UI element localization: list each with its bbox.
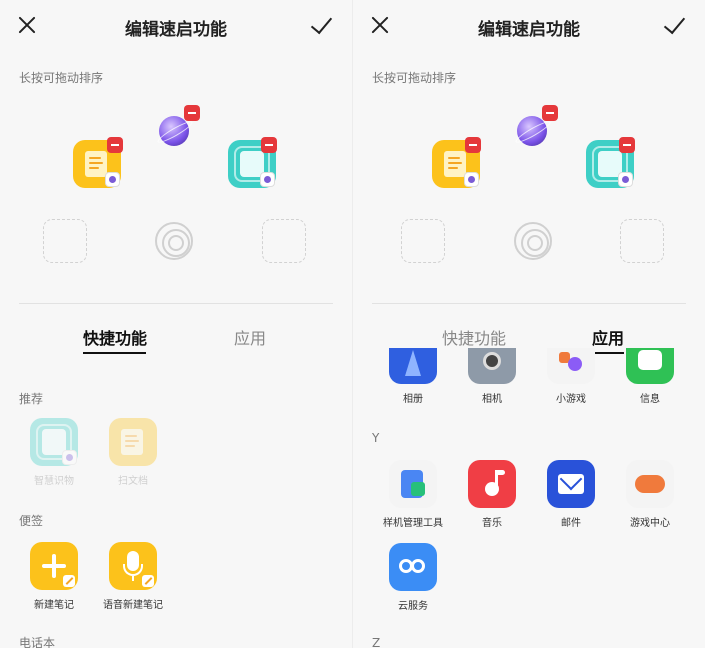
remove-button[interactable] [107,137,123,153]
app-label: 相机 [482,394,502,405]
app-item[interactable]: 新建笔记 [14,542,94,611]
divider [372,303,686,304]
app-item[interactable]: 语音新建笔记 [93,542,173,611]
tab-shortcuts[interactable]: 快捷功能 [442,325,506,349]
confirm-check-icon[interactable] [661,10,691,40]
app-item[interactable]: 扫文档 [93,418,173,487]
app-badge-icon [260,172,275,187]
remove-button[interactable] [465,137,481,153]
app-item[interactable]: 信息 [610,348,690,405]
remove-button[interactable] [619,137,635,153]
active-tab-indicator [83,352,146,354]
app-item[interactable]: 游戏中心 [610,460,690,529]
remove-button[interactable] [542,105,558,121]
page-title: 编辑速启功能 [125,20,227,40]
empty-slot [620,219,664,263]
mail-icon [547,460,595,508]
selected-shortcuts-area [353,95,705,295]
scan-cube-icon [30,418,78,466]
plus-icon [30,542,78,590]
tab-shortcuts[interactable]: 快捷功能 [83,325,147,349]
game-center-icon [626,460,674,508]
app-label: 语音新建笔记 [103,600,163,611]
photos-icon [389,348,437,384]
drag-hint: 长按可拖动排序 [19,71,104,85]
divider [19,303,333,304]
app-item[interactable]: 邮件 [531,460,611,529]
app-label: 信息 [640,394,660,405]
document-icon [85,151,107,177]
tab-apps[interactable]: 应用 [234,325,266,349]
app-badge-icon [618,172,633,187]
app-label: 音乐 [482,518,502,529]
planet-icon[interactable] [159,116,189,146]
section-label-y: Y [372,431,380,445]
section-label-z: Z [372,636,381,648]
app-badge-icon [464,172,479,187]
tab-apps[interactable]: 应用 [592,325,624,349]
empty-slot [43,219,87,263]
app-item[interactable]: 小游戏 [531,348,611,405]
app-item[interactable]: 音乐 [452,460,532,529]
mini-games-icon [547,348,595,384]
empty-slot [262,219,306,263]
app-label: 相册 [403,394,423,405]
section-label-notes: 便签 [19,514,44,528]
drag-hint: 长按可拖动排序 [372,71,457,85]
app-item[interactable]: 相机 [452,348,532,405]
app-label: 扫文档 [118,476,148,487]
app-item[interactable]: 智慧识物 [14,418,94,487]
app-item[interactable]: 样机管理工具 [373,460,453,529]
page-title: 编辑速启功能 [478,20,580,40]
messages-icon [626,348,674,384]
ring-center-icon [155,222,193,260]
microphone-icon [109,542,157,590]
app-label: 样机管理工具 [383,518,443,529]
app-label: 邮件 [561,518,581,529]
scan-document-icon [109,418,157,466]
ring-center-icon [514,222,552,260]
app-label: 智慧识物 [34,476,74,487]
app-label: 云服务 [398,601,428,612]
document-icon [444,151,466,177]
empty-slot [401,219,445,263]
device-tool-icon [389,460,437,508]
cloud-service-icon [389,543,437,591]
confirm-check-icon[interactable] [308,10,338,40]
app-label: 游戏中心 [630,518,670,529]
app-label: 新建笔记 [34,600,74,611]
app-item[interactable]: 相册 [373,348,453,405]
app-badge-icon [105,172,120,187]
section-label-recommended: 推荐 [19,392,44,406]
left-panel: 编辑速启功能 长按可拖动排序 快捷功能 应用 推荐 智慧识物 扫文档 便签 新建… [0,0,352,648]
section-label-contacts: 电话本 [19,636,56,648]
remove-button[interactable] [261,137,277,153]
right-panel: 编辑速启功能 长按可拖动排序 快捷功能 应用 相册 相机 小游戏 信息 Y 样机… [353,0,705,648]
selected-shortcuts-area [0,95,352,295]
remove-button[interactable] [184,105,200,121]
top-bar: 编辑速启功能 [0,0,352,52]
music-icon [468,460,516,508]
planet-icon[interactable] [517,116,547,146]
camera-icon [468,348,516,384]
app-label: 小游戏 [556,394,586,405]
app-item[interactable]: 云服务 [373,543,453,612]
top-bar: 编辑速启功能 [353,0,705,52]
